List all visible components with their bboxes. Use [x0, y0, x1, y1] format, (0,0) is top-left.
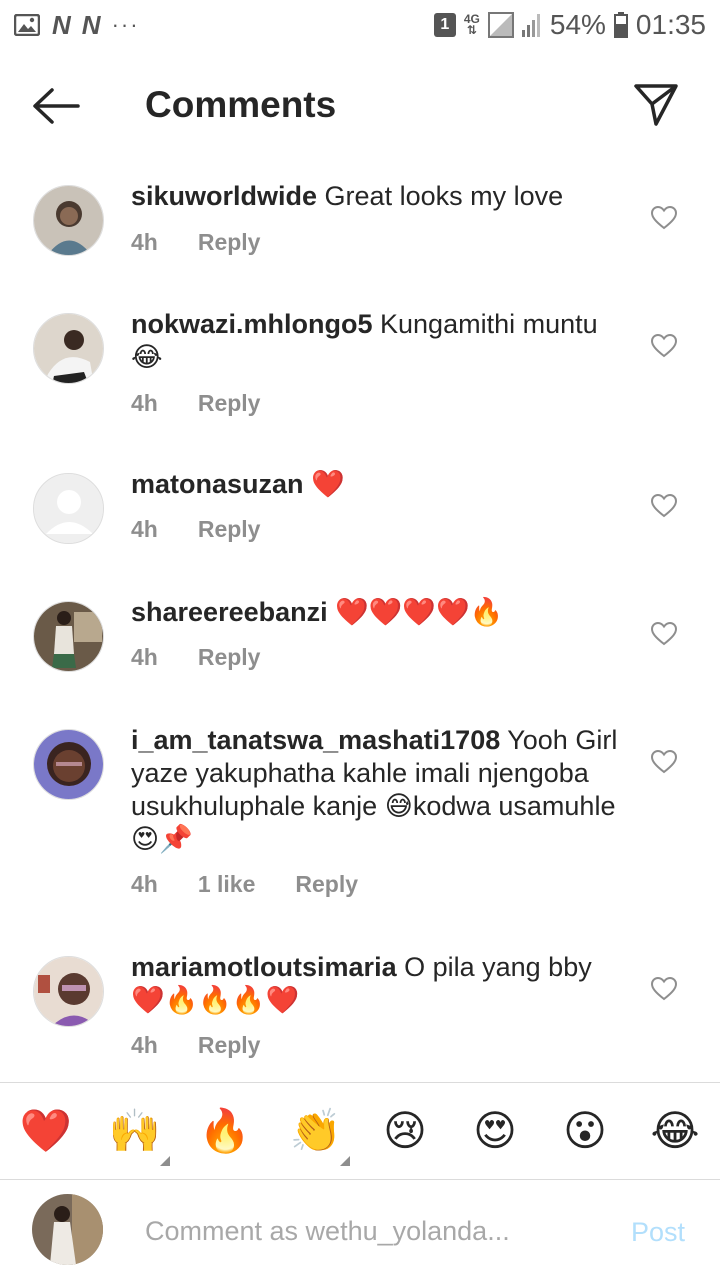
- comment-username[interactable]: sikuworldwide: [131, 181, 317, 211]
- avatar[interactable]: [33, 313, 104, 384]
- reply-button[interactable]: Reply: [295, 871, 358, 898]
- avatar: [32, 1194, 103, 1265]
- emoji-joy-button[interactable]: 😂: [645, 1105, 705, 1157]
- sim-slot-badge: 1: [433, 13, 456, 37]
- heart-icon[interactable]: [651, 750, 677, 774]
- comment-time: 4h: [131, 229, 158, 255]
- signal-bars-icon: [521, 14, 540, 37]
- gallery-icon: [14, 14, 40, 36]
- comment-username[interactable]: mariamotloutsimaria: [131, 952, 397, 982]
- reply-button[interactable]: Reply: [198, 229, 261, 256]
- battery-percentage: 54%: [549, 9, 606, 40]
- emoji-raised-hands-button[interactable]: 🙌: [105, 1105, 165, 1157]
- skin-tone-indicator: [160, 1156, 170, 1166]
- comment-username[interactable]: shareereebanzi: [131, 597, 328, 627]
- comment-time: 4h: [131, 871, 158, 897]
- skin-tone-indicator: [340, 1156, 350, 1166]
- notification-n-icon: N: [81, 9, 101, 40]
- network-type: 4G ⇅: [463, 12, 480, 37]
- status-bar: N N ··· 1 4G ⇅ 54% 01:35: [0, 0, 720, 50]
- reply-button[interactable]: Reply: [198, 1032, 261, 1059]
- post-button[interactable]: Post: [631, 1217, 685, 1248]
- comment-body: Great looks my love: [317, 181, 564, 211]
- comment-text: mariamotloutsimaria O pila yang bby ❤️🔥🔥…: [131, 951, 621, 1017]
- emoji-surprised-button[interactable]: 😮: [555, 1105, 615, 1157]
- emoji-heart-button[interactable]: ❤️: [16, 1105, 76, 1157]
- heart-icon[interactable]: [651, 334, 677, 358]
- comment-text: nokwazi.mhlongo5 Kungamithi muntu 😂: [131, 308, 621, 374]
- comment-time: 4h: [131, 390, 158, 416]
- battery-icon: [613, 12, 628, 38]
- emoji-crying-button[interactable]: 😢: [375, 1105, 435, 1157]
- more-notifications-icon: ···: [111, 12, 140, 37]
- avatar[interactable]: [33, 601, 104, 672]
- comment-username[interactable]: matonasuzan: [131, 469, 304, 499]
- comment-username[interactable]: nokwazi.mhlongo5: [131, 309, 373, 339]
- clock: 01:35: [635, 9, 706, 40]
- comment-meta: 4h Reply: [131, 1032, 260, 1059]
- notification-n-icon: N: [52, 9, 71, 40]
- signal-icon: [487, 12, 514, 38]
- arrow-left-icon[interactable]: [30, 86, 82, 126]
- header: Comments: [0, 62, 720, 152]
- comment-meta: 4h Reply: [131, 516, 260, 543]
- comment-time: 4h: [131, 644, 158, 670]
- comment-text: i_am_tanatswa_mashati1708 Yooh Girl yaze…: [131, 724, 621, 856]
- reply-button[interactable]: Reply: [198, 390, 261, 417]
- reply-button[interactable]: Reply: [198, 644, 261, 671]
- comment-meta: 4h Reply: [131, 644, 260, 671]
- comment-text: sikuworldwide Great looks my love: [131, 180, 621, 213]
- avatar[interactable]: [33, 729, 104, 800]
- comment-meta: 4h Reply: [131, 390, 260, 417]
- like-count[interactable]: 1 like: [198, 871, 256, 898]
- comment-text: matonasuzan ❤️: [131, 468, 621, 501]
- avatar[interactable]: [33, 473, 104, 544]
- emoji-fire-button[interactable]: 🔥: [195, 1105, 255, 1157]
- comment-meta: 4h Reply: [131, 229, 260, 256]
- comment-meta: 4h 1 like Reply: [131, 871, 358, 898]
- emoji-clap-button[interactable]: 👏: [286, 1105, 346, 1157]
- heart-icon[interactable]: [651, 977, 677, 1001]
- page-title: Comments: [145, 84, 337, 125]
- heart-icon[interactable]: [651, 622, 677, 646]
- comment-time: 4h: [131, 516, 158, 542]
- avatar[interactable]: [33, 956, 104, 1027]
- heart-icon[interactable]: [651, 206, 677, 230]
- paper-plane-icon[interactable]: [630, 80, 682, 128]
- comment-composer: Post: [0, 1181, 720, 1280]
- comment-body: ❤️: [303, 469, 345, 499]
- avatar[interactable]: [33, 185, 104, 256]
- comment-text: shareereebanzi ❤️❤️❤️❤️🔥: [131, 596, 621, 629]
- comment-username[interactable]: i_am_tanatswa_mashati1708: [131, 725, 500, 755]
- reply-button[interactable]: Reply: [198, 516, 261, 543]
- emoji-quick-bar: ❤️ 🙌 🔥 👏 😢 😍 😮 😂: [0, 1082, 720, 1180]
- comment-input[interactable]: [145, 1211, 585, 1251]
- comment-time: 4h: [131, 1032, 158, 1058]
- comment-body: ❤️❤️❤️❤️🔥: [327, 597, 504, 627]
- heart-icon[interactable]: [651, 494, 677, 518]
- emoji-heart-eyes-button[interactable]: 😍: [465, 1105, 525, 1157]
